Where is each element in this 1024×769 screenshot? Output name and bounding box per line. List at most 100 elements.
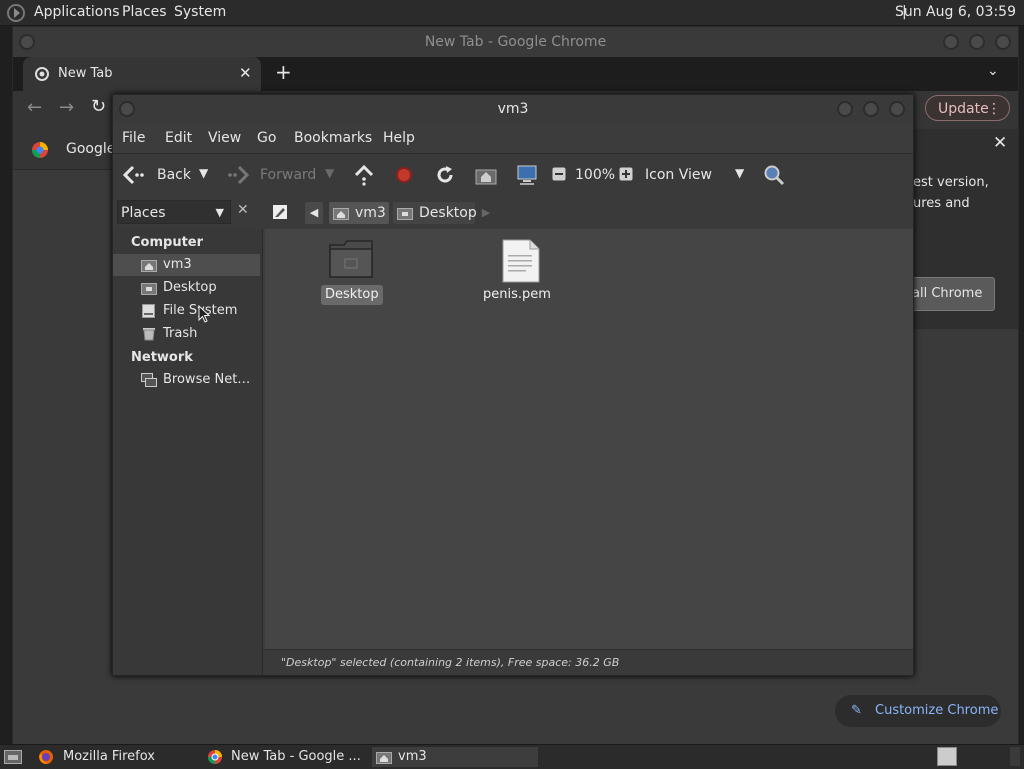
close-sidebar-icon[interactable]: ✕ [237,202,249,218]
file-manager-title: vm3 [497,101,529,117]
search-icon[interactable] [763,164,785,186]
sidebar-item-desktop[interactable]: Desktop [113,277,260,299]
install-chrome-label: all Chrome [912,286,983,301]
file-manager-title-bar: vm3 [113,95,913,123]
places-selector[interactable]: Places ▼ [117,200,231,224]
reload-icon[interactable]: ↻ [91,96,106,117]
mouse-cursor-icon [198,305,210,323]
home-folder-icon [141,258,157,272]
menu-edit[interactable]: Edit [165,130,192,146]
menu-go[interactable]: Go [257,130,276,146]
sidebar-header-network: Network [131,350,193,365]
back-icon[interactable] [121,164,145,186]
chrome-tab-favicon-icon [35,67,49,81]
chrome-tab-new-tab[interactable]: New Tab ✕ [23,57,261,91]
back-button[interactable]: Back [157,167,191,183]
edit-location-icon[interactable] [272,204,288,220]
popup-close-icon[interactable]: ✕ [993,133,1007,153]
maximize-button[interactable] [863,101,879,117]
back-arrow-icon[interactable]: ← [27,97,42,118]
task-firefox[interactable]: Mozilla Firefox [36,747,196,767]
pencil-icon: ✎ [851,703,862,718]
desktop-folder-icon [397,206,413,220]
sidebar-item-browse-network[interactable]: Browse Net… [113,369,260,391]
forward-button[interactable]: Forward [260,167,316,183]
task-vm3[interactable]: vm3 [372,747,538,767]
computer-icon[interactable] [516,164,538,186]
window-menu-button[interactable] [119,101,135,117]
task-label: New Tab - Google ... [231,749,361,764]
zoom-level[interactable]: 100% [575,167,615,183]
chrome-window-menu-button[interactable] [19,34,35,50]
popup-text-line-2: ures and [913,196,970,211]
file-item-desktop[interactable]: Desktop [315,235,387,305]
install-chrome-button[interactable]: all Chrome [911,277,995,311]
home-folder-icon [333,206,349,220]
sidebar-item-vm3[interactable]: vm3 [113,254,260,276]
path-scroll-left-icon[interactable]: ◀ [305,202,323,224]
file-item-penis-pem[interactable]: penis.pem [475,235,565,305]
update-label: Update [938,101,989,117]
gnome-foot-icon[interactable] [6,3,26,23]
system-menu[interactable]: System [174,4,226,20]
menu-bookmarks[interactable]: Bookmarks [294,130,372,146]
file-item-label: Desktop [321,285,383,305]
customize-chrome-label: Customize Chrome [875,703,999,718]
clock[interactable]: Sun Aug 6, 03:59 [895,4,1016,20]
sidebar-item-label: Trash [163,326,198,341]
back-history-dropdown-icon[interactable]: ▼ [199,166,208,180]
places-menu[interactable]: Places [122,4,167,20]
text-file-icon [502,239,540,283]
task-chrome[interactable]: New Tab - Google ... [205,747,367,767]
workspace-switcher[interactable] [937,747,957,766]
sidebar-item-label: vm3 [163,257,192,272]
forward-history-dropdown-icon[interactable]: ▼ [325,166,334,180]
applications-menu[interactable]: Applications [34,4,120,20]
up-icon[interactable] [353,164,375,186]
stop-icon[interactable] [395,166,413,184]
view-mode-select[interactable]: Icon View [645,167,712,183]
status-text: "Desktop" selected (containing 2 items),… [281,656,620,669]
folder-icon [328,239,374,279]
close-tab-icon[interactable]: ✕ [239,64,252,82]
desktop-folder-icon [141,281,157,295]
path-crumb-desktop[interactable]: Desktop [393,202,477,224]
update-button[interactable]: Update ⋮ [925,95,1010,121]
menu-view[interactable]: View [208,130,241,146]
status-bar: "Desktop" selected (containing 2 items),… [263,649,913,675]
new-tab-plus-icon[interactable]: + [275,60,292,84]
trash-icon [141,327,157,341]
path-crumb-vm3[interactable]: vm3 [329,202,389,224]
zoom-out-icon[interactable] [552,167,566,181]
forward-arrow-icon[interactable]: → [59,97,74,118]
zoom-in-icon[interactable] [619,167,633,181]
tab-search-chevron-icon[interactable]: ⌄ [987,63,999,79]
bookmark-google[interactable]: Google [66,141,115,157]
menu-help[interactable]: Help [383,130,415,146]
customize-chrome-button[interactable]: ✎ Customize Chrome [835,695,1001,727]
menu-file[interactable]: File [122,130,145,146]
toolbar: Back ▼ Forward ▼ 100% Icon View ▼ [113,153,913,197]
reload-icon[interactable] [435,165,455,185]
task-label: vm3 [398,749,427,764]
home-folder-icon [376,750,392,764]
chrome-close-button[interactable] [995,34,1011,50]
chrome-minimize-button[interactable] [943,34,959,50]
places-selector-label: Places [121,205,166,221]
show-desktop-icon[interactable] [4,748,22,764]
sidebar: Computer vm3 Desktop File System Trash N… [113,229,263,649]
minimize-button[interactable] [837,101,853,117]
close-button[interactable] [889,101,905,117]
path-scroll-right-icon[interactable]: ▶ [479,202,493,224]
sidebar-item-file-system[interactable]: File System [113,300,260,322]
view-mode-dropdown-icon[interactable]: ▼ [735,166,744,180]
location-bar: ◀ vm3 Desktop ▶ [263,195,913,229]
forward-icon[interactable] [227,164,251,186]
network-icon [141,373,157,387]
home-folder-icon[interactable] [475,165,497,185]
chrome-maximize-button[interactable] [969,34,985,50]
more-vert-icon: ⋮ [987,101,1001,117]
trash-applet[interactable] [1010,747,1020,766]
top-panel: Applications Places System | Sun Aug 6, … [0,0,1024,26]
sidebar-item-trash[interactable]: Trash [113,323,260,345]
